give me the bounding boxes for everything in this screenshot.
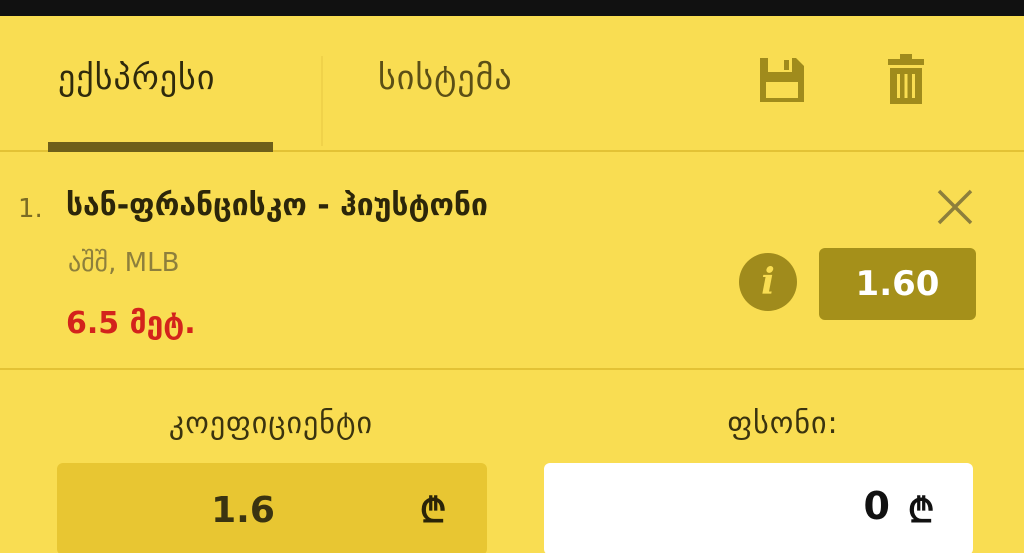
bet-title: სან-ფრანცისკო - ჰიუსტონი <box>66 188 488 223</box>
stake-label: ფსონი: <box>727 406 839 441</box>
bet-item: 1. სან-ფრანცისკო - ჰიუსტონი აშშ, MLB 6.5… <box>0 152 1024 370</box>
stake-value[interactable]: 0 <box>840 484 890 528</box>
active-tab-indicator <box>48 142 273 152</box>
top-status-bar <box>0 0 1024 16</box>
tab-system[interactable]: სისტემა <box>378 58 513 98</box>
trash-icon[interactable] <box>886 54 926 106</box>
tab-express[interactable]: ექსპრესი <box>58 58 215 98</box>
odd-button[interactable]: 1.60 <box>819 248 976 320</box>
bet-league: აშშ, MLB <box>68 248 180 278</box>
lari-currency-icon: ₾ <box>908 491 935 531</box>
save-icon[interactable] <box>758 56 806 104</box>
lari-currency-icon: ₾ <box>420 491 447 531</box>
coefficient-label: კოეფიციენტი <box>168 406 374 441</box>
coefficient-value: 1.6 <box>211 490 275 531</box>
bet-index: 1. <box>18 194 43 224</box>
info-icon[interactable]: i <box>739 253 797 311</box>
close-icon[interactable] <box>936 188 974 226</box>
bet-market: 6.5 მეტ. <box>66 306 196 341</box>
bet-type-tabs: ექსპრესი სისტემა <box>0 16 1024 152</box>
tab-divider <box>321 56 323 146</box>
